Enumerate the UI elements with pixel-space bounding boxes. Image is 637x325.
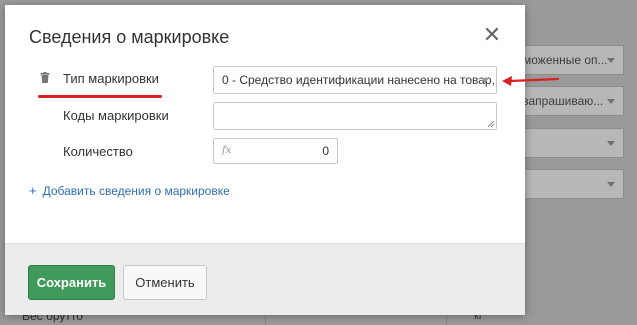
quantity-value: 0 xyxy=(322,144,329,158)
cancel-button[interactable]: Отменить xyxy=(123,265,207,300)
marking-dialog: Сведения о маркировке ✕ Тип маркировки 0… xyxy=(5,5,560,315)
dialog-footer: Сохранить Отменить xyxy=(5,243,525,315)
add-marking-link[interactable]: + Добавить сведения о маркировке xyxy=(29,183,230,198)
marking-codes-textarea[interactable] xyxy=(213,102,497,130)
chevron-down-icon xyxy=(481,78,489,83)
chevron-down-icon xyxy=(607,141,615,146)
formula-icon[interactable]: fx xyxy=(222,139,231,163)
chevron-down-icon xyxy=(607,58,615,63)
red-underline-annotation xyxy=(38,95,162,98)
background-select-4 xyxy=(514,169,624,199)
close-icon[interactable]: ✕ xyxy=(481,24,503,46)
background-select-2-text: запрашиваю... xyxy=(523,94,604,108)
quantity-input[interactable]: fx 0 xyxy=(213,138,338,164)
quantity-label: Количество xyxy=(63,144,133,159)
marking-type-value: 0 - Средство идентификации нанесено на т… xyxy=(222,73,497,87)
resize-grip-icon[interactable] xyxy=(487,120,495,128)
background-select-2: запрашиваю... xyxy=(514,86,624,116)
background-divider xyxy=(265,314,266,325)
trash-icon[interactable] xyxy=(40,72,52,84)
save-button[interactable]: Сохранить xyxy=(28,265,115,300)
dialog-title: Сведения о маркировке xyxy=(29,27,230,47)
marking-type-select[interactable]: 0 - Средство идентификации нанесено на т… xyxy=(213,66,497,94)
marking-codes-label: Коды маркировки xyxy=(63,108,169,123)
background-divider xyxy=(446,314,447,325)
add-marking-link-label: Добавить сведения о маркировке xyxy=(42,184,230,198)
background-select-3 xyxy=(514,128,624,158)
red-arrow-annotation xyxy=(502,76,560,86)
chevron-down-icon xyxy=(607,99,615,104)
background-select-1: моженные оп... xyxy=(514,45,624,75)
chevron-down-icon xyxy=(607,182,615,187)
marking-type-label: Тип маркировки xyxy=(63,71,159,86)
plus-icon: + xyxy=(29,183,37,198)
background-select-1-text: моженные оп... xyxy=(523,53,608,67)
